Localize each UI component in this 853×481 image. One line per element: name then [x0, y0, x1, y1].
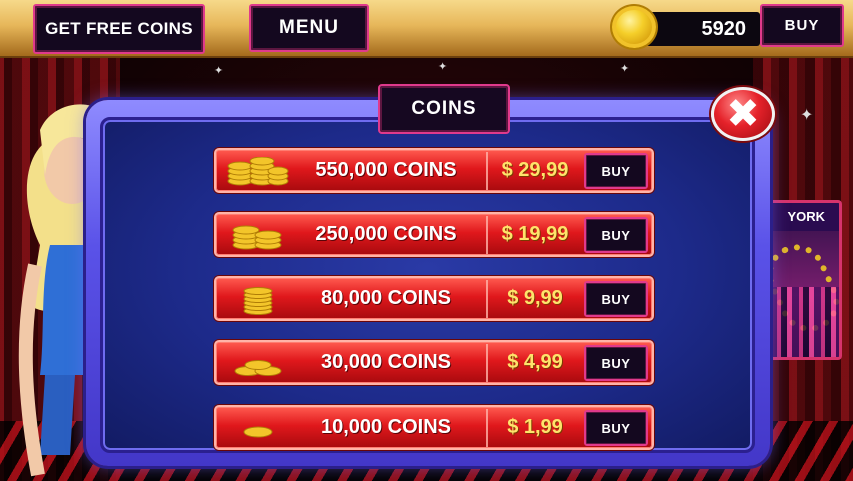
top-bar: GET FREE COINS MENU 5920 BUY [0, 0, 853, 58]
coin-amount: 250,000 COINS [315, 223, 457, 245]
coin-pile-small-icon [234, 360, 282, 376]
offer-price: $ 19,99 [501, 223, 569, 245]
buy-offer-button[interactable]: BUY [584, 410, 648, 446]
offer-price: $ 1,99 [507, 416, 563, 438]
coin-amount: 80,000 COINS [320, 287, 452, 309]
coin-amount: 30,000 COINS [320, 351, 452, 373]
offer-price: $ 4,99 [507, 351, 563, 373]
sparkle-icon: ✦ [214, 65, 224, 77]
coin-offer-row: 250,000 COINS $ 19,99 BUY [214, 212, 654, 257]
buy-coins-button[interactable]: BUY [760, 4, 844, 47]
coin-stack-large-icon [227, 157, 289, 186]
coin-stack-medium-icon [232, 225, 282, 250]
menu-button[interactable]: MENU [249, 4, 369, 52]
coin-amount: 550,000 COINS [315, 159, 457, 181]
close-button[interactable]: ✖ [711, 87, 775, 141]
sparkle-icon: ✦ [800, 107, 814, 124]
single-coin-icon [243, 426, 273, 438]
coin-stack-tall-icon [243, 287, 273, 315]
coin-offer-row: 30,000 COINS $ 4,99 BUY [214, 340, 654, 385]
coin-offer-row: 550,000 COINS $ 29,99 BUY [214, 148, 654, 193]
dialog-title: COINS [378, 84, 510, 134]
coin-offer-row: 10,000 COINS $ 1,99 BUY [214, 405, 654, 450]
coin-offer-row: 80,000 COINS $ 9,99 BUY [214, 276, 654, 321]
sparkle-icon: ✦ [620, 63, 630, 75]
buy-offer-button[interactable]: BUY [584, 217, 648, 253]
sparkle-icon: ✦ [438, 61, 448, 73]
coin-balance: 5920 [610, 4, 760, 50]
offer-price: $ 29,99 [501, 159, 569, 181]
coin-amount: 10,000 COINS [320, 416, 452, 438]
get-free-coins-button[interactable]: GET FREE COINS [33, 4, 205, 54]
offer-price: $ 9,99 [507, 287, 563, 309]
buy-offer-button[interactable]: BUY [584, 153, 648, 189]
buy-offer-button[interactable]: BUY [584, 281, 648, 317]
buy-offer-button[interactable]: BUY [584, 345, 648, 381]
close-x-icon: ✖ [726, 92, 760, 136]
gold-coin-icon [610, 4, 658, 50]
